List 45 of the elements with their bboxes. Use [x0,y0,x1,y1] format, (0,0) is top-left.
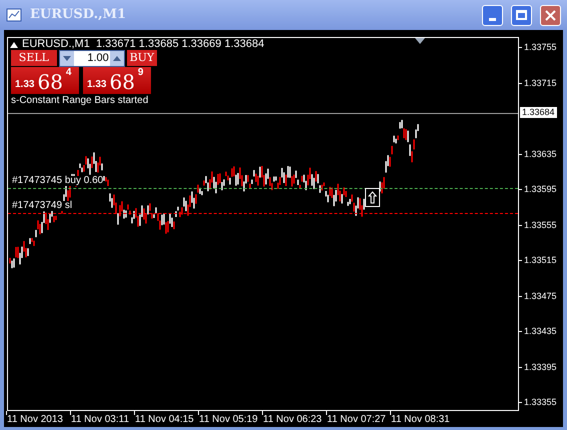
shift-marker-icon [415,38,425,44]
price-axis-label: 1.33515 [524,256,557,265]
price-axis-label: 1.33395 [524,362,557,372]
up-arrow-icon [368,191,377,204]
price-prefix: 1.33 [15,80,34,92]
window-title: EURUSD.,M1 [30,6,128,24]
minimize-button[interactable] [482,4,503,26]
increase-button[interactable] [110,51,124,66]
price-axis-label: 1.33355 [524,398,557,407]
lot-size-field[interactable]: 1.00 [58,50,125,67]
order-label: #17473749 sl [12,201,72,211]
price-fraction: 4 [66,67,72,78]
price-pips: 68 [37,72,63,92]
sell-button[interactable]: SELL [11,50,57,66]
price-axis-label: 1.33595 [524,185,557,194]
time-axis-label: 11 Nov 07:27 [326,415,386,425]
time-axis-label: 11 Nov 08:31 [390,415,450,425]
chart-window-icon [6,7,22,23]
price-axis-label: 1.33755 [524,43,557,52]
price-prefix: 1.33 [87,80,106,92]
price-fraction: 9 [138,67,144,78]
price-pips: 68 [109,72,135,92]
close-button[interactable] [540,4,561,26]
price-axis-label: 1.33715 [524,78,557,88]
chart-header: EURUSD.,M1 1.33671 1.33685 1.33669 1.33684 [22,39,264,50]
price-axis-label: 1.33635 [524,150,557,158]
status-message: s-Constant Range Bars started [11,96,148,106]
current-price-label: 1.33684 [519,106,558,119]
triangle-icon [10,42,18,48]
time-axis-label: 11 Nov 03:11 [70,415,130,425]
time-axis-label: 11 Nov 2013 [6,415,63,425]
down-arrow-icon [62,56,71,61]
close-icon [545,10,556,20]
price-axis-label: 1.33475 [524,292,557,300]
time-axis-label: 11 Nov 04:15 [134,415,194,425]
price-axis-label: 1.33555 [524,220,557,230]
lot-size-value: 1.00 [86,51,110,66]
price-axis-label: 1.33435 [524,327,557,336]
decrease-button[interactable] [60,51,74,66]
order-label: #17473745 buy 0.60 [12,176,104,186]
maximize-button[interactable] [511,4,532,26]
up-arrow-icon [112,56,121,61]
time-axis-label: 11 Nov 06:23 [262,415,322,425]
time-axis-label: 11 Nov 05:19 [198,415,258,425]
buy-button[interactable]: BUY [126,50,157,66]
